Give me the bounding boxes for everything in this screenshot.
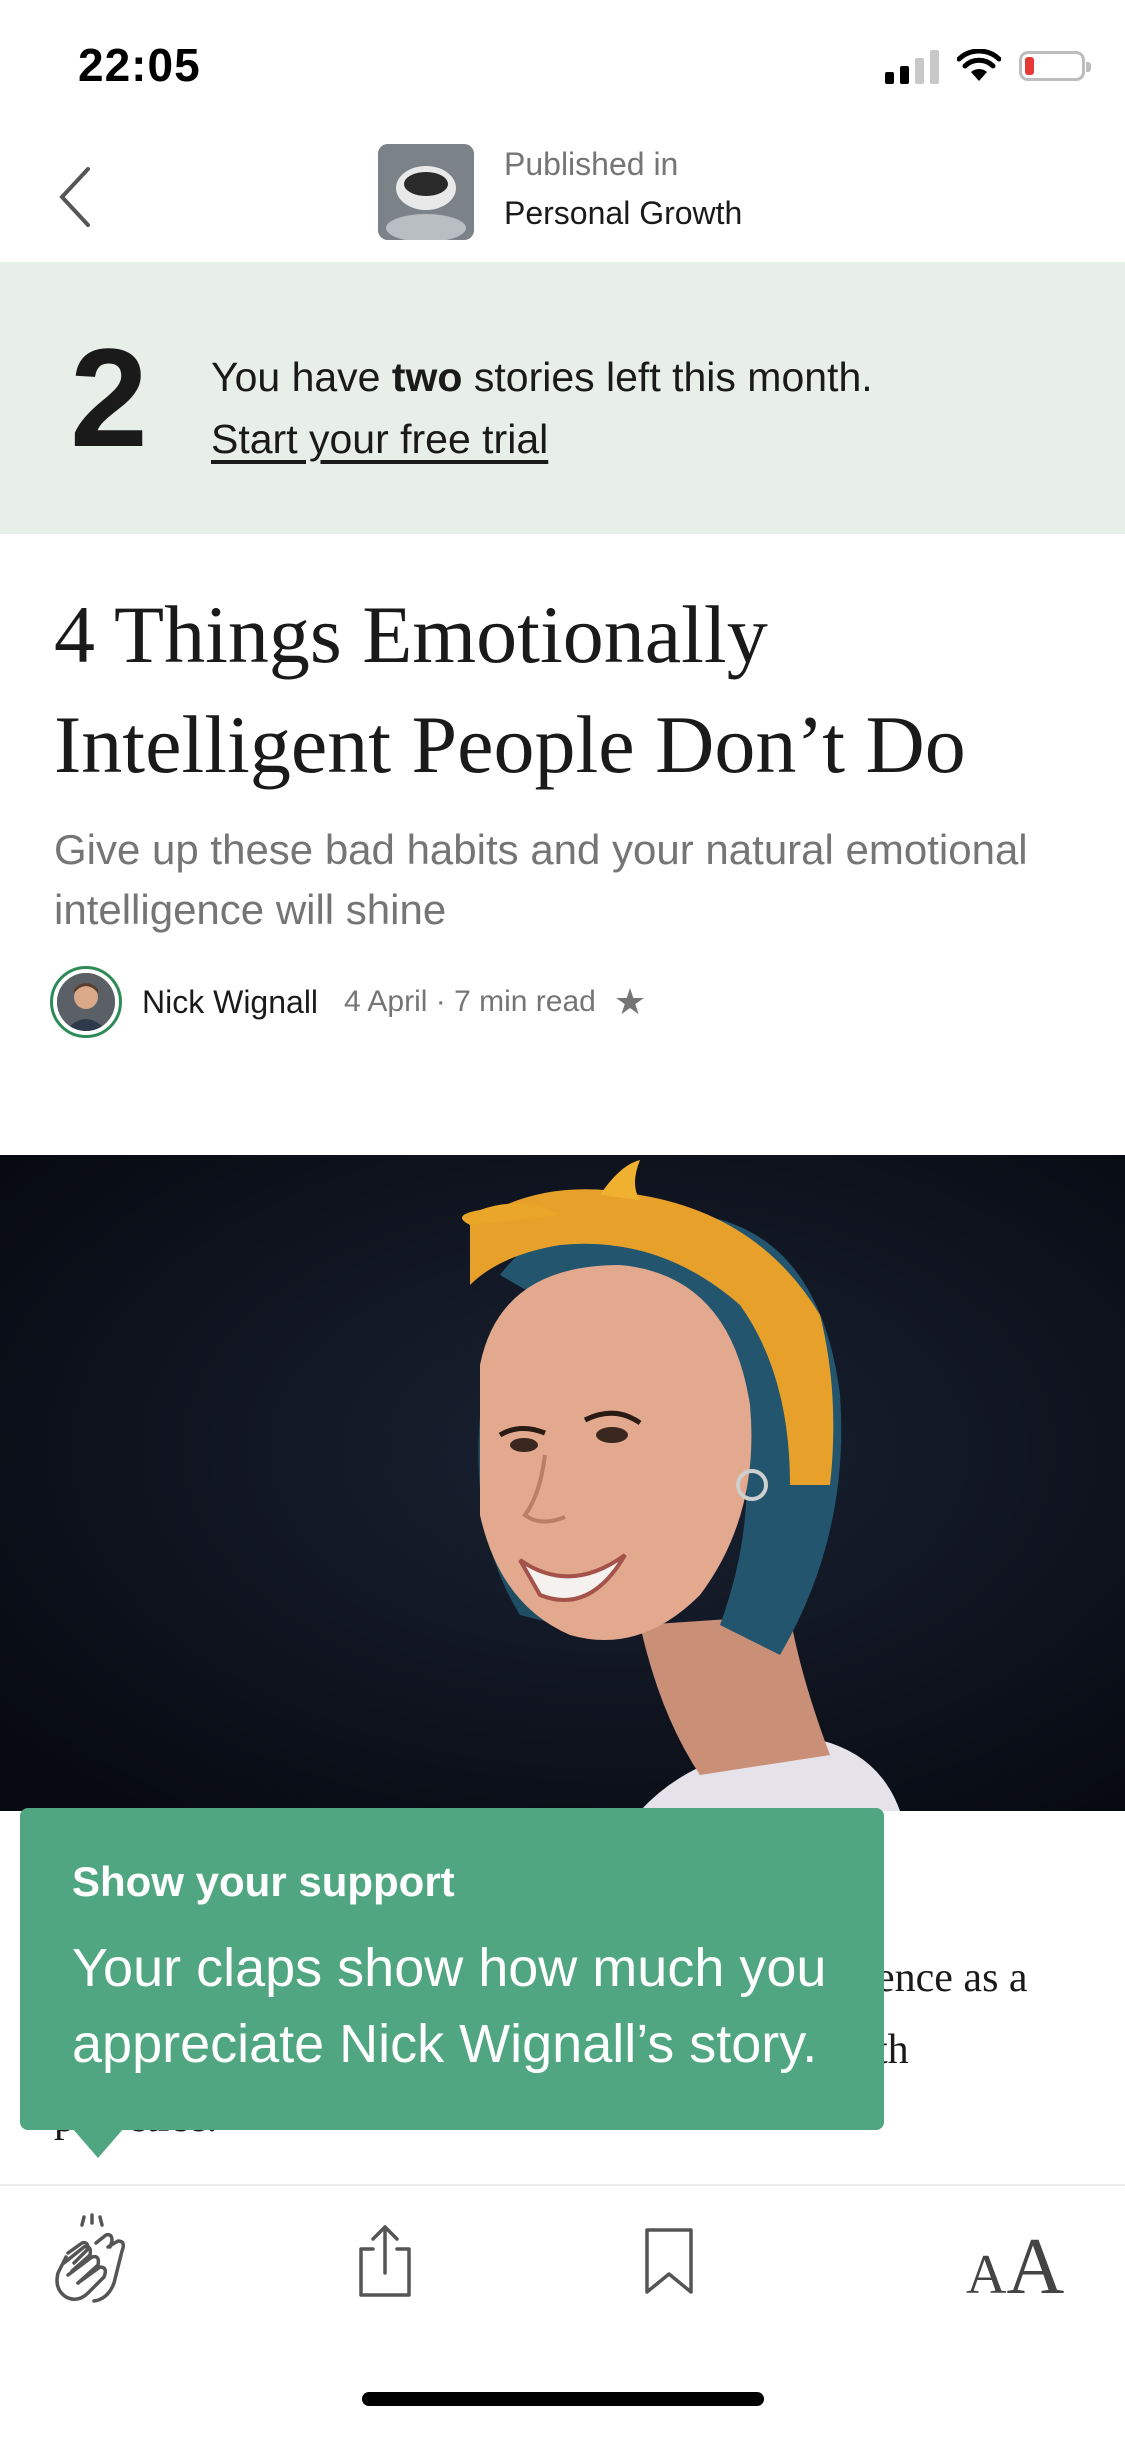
chevron-left-icon [59,167,90,227]
battery-icon [1019,51,1091,81]
cellular-signal-icon [885,48,939,84]
font-size-small-glyph: A [966,2244,1007,2306]
clap-button[interactable] [38,2206,148,2316]
publish-date: 4 April [344,985,428,1018]
publication-info[interactable]: Published in Personal Growth [504,146,742,232]
body-fragment-1: ence as a [876,1955,1028,2001]
article-meta: 4 April · 7 min read [344,985,596,1019]
meta-separator: · [435,985,446,1018]
bookmark-icon [645,2228,693,2294]
stories-left-message: You have two stories left this month. St… [211,346,873,470]
font-size-button[interactable]: AA [966,2222,1064,2313]
status-bar: 22:05 [0,0,1125,130]
back-button[interactable] [44,162,104,232]
tooltip-body: Your claps show how much you appreciate … [72,1938,827,2074]
bookmark-button[interactable] [614,2206,724,2316]
stories-left-count: 2 [70,319,148,476]
message-suffix: stories left this month. [462,354,873,400]
wifi-icon [957,49,1001,81]
clap-icon [55,2213,126,2303]
share-icon [359,2225,411,2297]
start-free-trial-link[interactable]: Start your free trial [211,408,873,470]
tooltip-title: Show your support [72,1858,455,1905]
publication-thumbnail[interactable] [378,144,474,240]
status-icons [885,48,1091,84]
message-prefix: You have [211,354,392,400]
hero-image [0,1155,1125,1811]
share-button[interactable] [330,2206,440,2316]
clap-tooltip[interactable]: Show your support Your claps show how mu… [20,1808,884,2130]
author-avatar[interactable] [50,966,122,1038]
tooltip-arrow [72,2128,124,2158]
published-in-label: Published in [504,146,679,182]
author-name[interactable]: Nick Wignall [142,984,318,1021]
publication-name[interactable]: Personal Growth [504,195,742,232]
status-time: 22:05 [78,39,201,91]
message-bold: two [391,354,463,400]
read-time: 7 min read [454,985,596,1018]
member-preview-banner: 2 You have two stories left this month. … [0,262,1125,534]
article-title: 4 Things Emotionally Intelligent People … [54,589,966,790]
article-subtitle: Give up these bad habits and your natura… [54,826,1028,933]
home-indicator[interactable] [362,2392,764,2406]
font-size-big-glyph: A [1006,2223,1065,2311]
member-star-icon: ★ [613,981,647,1022]
byline: Nick Wignall 4 April · 7 min read ★ [50,962,646,1042]
article-header-bar: Published in Personal Growth [0,130,1125,262]
